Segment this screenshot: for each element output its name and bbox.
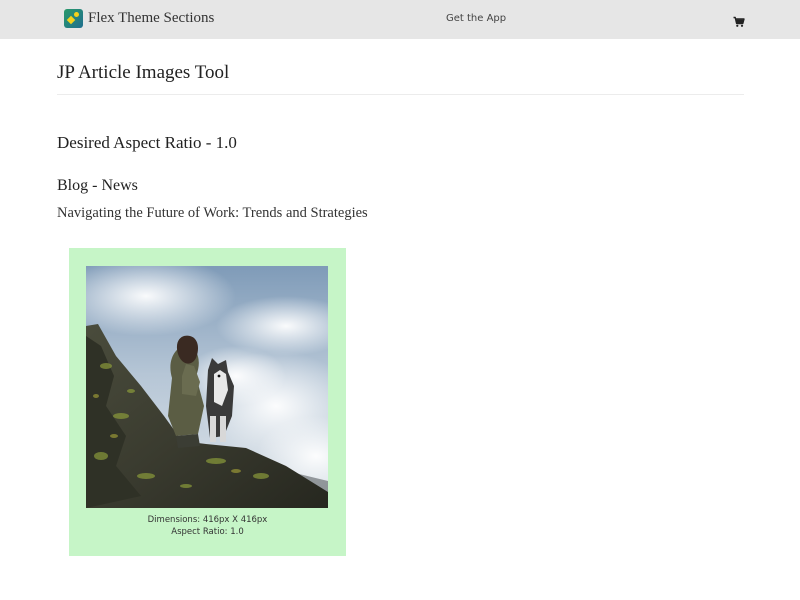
article-image-card: Dimensions: 416px X 416px Aspect Ratio: … bbox=[69, 248, 346, 556]
image-aspect-ratio: Aspect Ratio: 1.0 bbox=[171, 527, 244, 537]
aspect-ratio-heading: Desired Aspect Ratio - 1.0 bbox=[57, 133, 237, 152]
blog-heading: Blog - News bbox=[57, 177, 138, 194]
article-image bbox=[86, 266, 328, 508]
image-dimensions: Dimensions: 416px X 416px bbox=[147, 515, 268, 525]
page-title: JP Article Images Tool bbox=[57, 39, 744, 95]
get-the-app-link[interactable]: Get the App bbox=[446, 13, 506, 24]
brand-logo-icon bbox=[64, 9, 83, 28]
cart-icon[interactable] bbox=[733, 13, 745, 27]
brand-link[interactable]: Flex Theme Sections bbox=[64, 9, 214, 28]
brand-name: Flex Theme Sections bbox=[88, 10, 215, 26]
main-content: JP Article Images Tool Desired Aspect Ra… bbox=[57, 39, 744, 222]
top-navigation-bar: Flex Theme Sections Get the App bbox=[0, 0, 800, 39]
image-caption: Dimensions: 416px X 416px Aspect Ratio: … bbox=[69, 514, 346, 538]
article-title: Navigating the Future of Work: Trends an… bbox=[57, 205, 368, 221]
